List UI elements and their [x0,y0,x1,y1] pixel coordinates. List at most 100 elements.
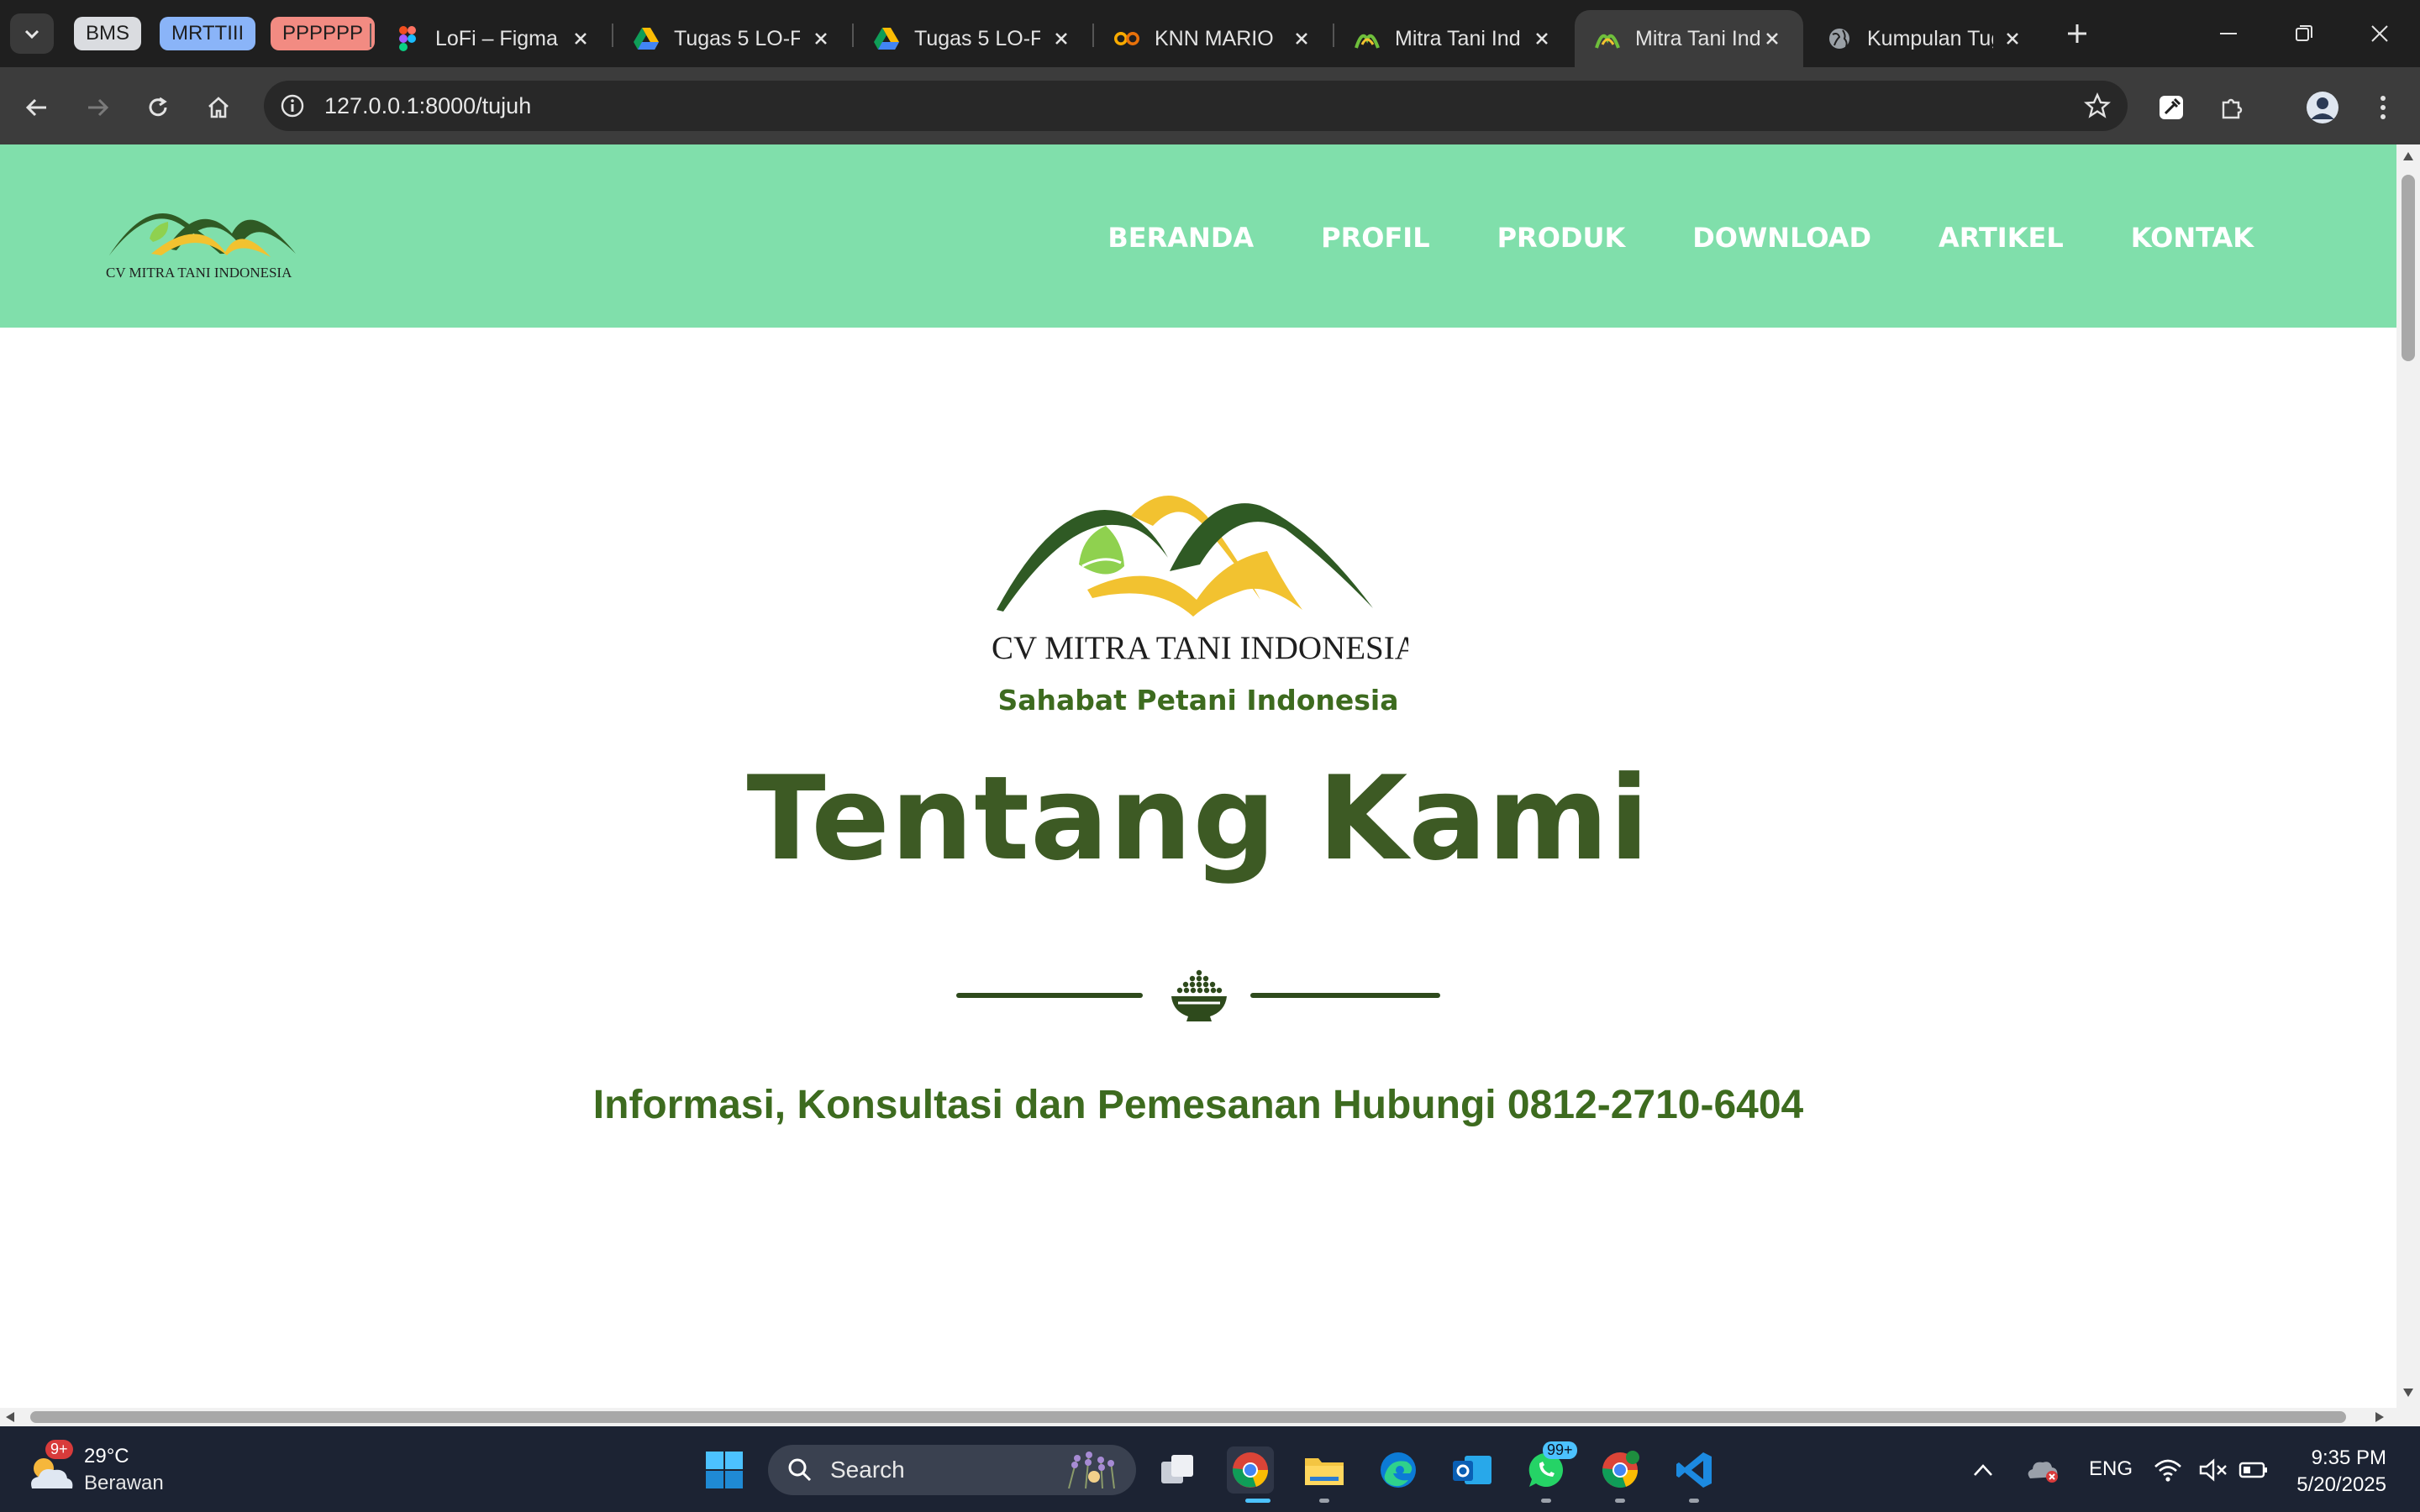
contact-info: Informasi, Konsultasi dan Pemesanan Hubu… [592,1083,1804,1127]
scroll-right-arrow-icon[interactable] [2375,1412,2385,1422]
language-indicator[interactable]: ENG [2089,1426,2133,1512]
close-icon[interactable] [2000,26,2025,51]
close-window-button[interactable] [2346,12,2413,55]
address-bar[interactable]: 127.0.0.1:8000/tujuh [264,81,2128,131]
arrow-left-icon [25,98,46,117]
taskbar-file-explorer[interactable] [1301,1446,1348,1494]
close-icon[interactable] [1289,26,1314,51]
tab-group-chip[interactable]: BMS [74,17,142,50]
tab-title: Tugas 5 LO-FI [914,26,1040,50]
nav-link-artikel[interactable]: ARTIKEL [1939,222,2064,254]
cloud-icon [2028,1462,2058,1483]
taskbar-search[interactable]: Search [768,1445,1136,1495]
taskbar-whatsapp[interactable]: 99+ [1523,1441,1577,1494]
reload-button[interactable] [138,87,178,128]
tab-separator [370,24,371,47]
close-icon[interactable] [808,26,834,51]
lavender-flowers-icon [1068,1452,1115,1489]
weather-notification-badge: 9+ [45,1440,73,1459]
hero-logo: CV MITRA TANI INDONESIA [992,496,1408,666]
tab-group-chip[interactable]: PPPPPP [271,17,376,50]
running-app-indicator [1615,1499,1625,1503]
profile-avatar[interactable] [2302,87,2343,128]
google-drive-icon [874,26,899,51]
taskbar-edge[interactable] [1375,1446,1422,1494]
windows-taskbar: 9+ 29°C Berawan Search 99+ ENG 9:35 PM 5… [0,1426,2420,1512]
site-logo[interactable]: CV MITRA TANI INDONESIA [106,190,301,282]
vertical-scrollbar[interactable] [2396,144,2420,1408]
running-app-indicator [1319,1499,1329,1503]
horizontal-scrollbar[interactable] [0,1408,2420,1426]
nav-link-produk[interactable]: PRODUK [1497,222,1626,254]
close-icon[interactable] [1049,26,1074,51]
volume-button[interactable] [2196,1446,2230,1494]
new-tab-button[interactable] [2060,17,2094,50]
weather-widget[interactable]: 9+ 29°C Berawan [25,1440,176,1500]
browser-tab[interactable]: Tugas 5 LO-FI [613,10,852,67]
browser-tab[interactable]: Kumpulan Tugas [1807,10,2044,67]
nav-link-download[interactable]: DOWNLOAD [1692,222,1871,254]
browser-tab[interactable]: Tugas 5 LO-FI [854,10,1092,67]
globe-icon [1827,26,1852,51]
system-clock[interactable]: 9:35 PM 5/20/2025 [2296,1445,2386,1499]
vertical-scrollbar-thumb[interactable] [2402,175,2415,361]
taskbar-chrome-active[interactable] [1227,1446,1274,1494]
site-info-icon[interactable] [277,91,308,121]
show-hidden-icons-button[interactable] [1968,1446,1998,1494]
forward-button[interactable] [77,87,118,128]
chrome-menu-button[interactable] [2363,87,2403,128]
browser-tab-active[interactable]: Mitra Tani Indonesia [1575,10,1803,67]
restore-button[interactable] [2270,12,2338,55]
task-view-button[interactable] [1155,1446,1202,1494]
home-button[interactable] [198,87,239,128]
search-icon [788,1458,812,1482]
mitra-tani-favicon [1355,26,1380,51]
start-button[interactable] [701,1446,748,1494]
nav-link-profil[interactable]: PROFIL [1321,222,1429,254]
taskbar-outlook[interactable] [1449,1446,1496,1494]
folder-icon [1305,1458,1344,1485]
tab-search-button[interactable] [10,13,54,54]
horizontal-scrollbar-thumb[interactable] [30,1411,2346,1423]
more-vertical-icon [2381,96,2386,119]
close-icon[interactable] [1760,26,1785,51]
nav-link-beranda[interactable]: BERANDA [1107,222,1254,254]
hero-logo-text: CV MITRA TANI INDONESIA [992,630,1408,666]
back-button[interactable] [17,87,57,128]
vscode-icon [1676,1452,1712,1488]
browser-tab[interactable]: KNN MARIO [1094,10,1333,67]
taskbar-chrome-profile[interactable] [1597,1446,1644,1494]
tagline: Sahabat Petani Indonesia [997,684,1399,717]
clock-time: 9:35 PM [2311,1446,2386,1469]
plus-icon [2068,24,2086,43]
bookmark-star-icon[interactable] [2082,91,2112,121]
tab-title: Kumpulan Tugas [1867,26,1993,50]
extensions-button[interactable] [2212,87,2252,128]
edge-icon [1381,1452,1416,1488]
onedrive-tray-button[interactable] [2023,1446,2060,1494]
browser-tab[interactable]: LoFi – Figma [375,10,612,67]
taskbar-vscode[interactable] [1670,1446,1718,1494]
mitra-tani-favicon [1595,26,1620,51]
task-view-icon [1161,1455,1193,1483]
eyedropper-icon [2160,96,2183,119]
divider-line-left [956,993,1143,998]
eyedropper-extension-button[interactable] [2151,87,2191,128]
scroll-left-arrow-icon[interactable] [5,1412,15,1422]
battery-icon [2238,1462,2267,1478]
close-icon[interactable] [568,26,593,51]
main-navigation: BERANDA PROFIL PRODUK DOWNLOAD ARTIKEL K… [1040,222,2254,254]
nav-link-kontak[interactable]: KONTAK [2131,222,2254,254]
minimize-icon [2220,33,2237,34]
page-viewport: CV MITRA TANI INDONESIA BERANDA PROFIL P… [0,144,2396,1408]
active-app-indicator [1245,1499,1270,1503]
arrow-right-icon [88,98,109,117]
minimize-button[interactable] [2195,12,2262,55]
scroll-up-arrow-icon[interactable] [2402,151,2414,161]
scroll-down-arrow-icon[interactable] [2402,1388,2414,1398]
tab-group-chip[interactable]: MRTTIII [160,17,256,50]
wifi-button[interactable] [2151,1446,2185,1494]
browser-tab[interactable]: Mitra Tani Indonesia [1334,10,1573,67]
battery-button[interactable] [2237,1446,2270,1494]
close-icon[interactable] [1529,26,1555,51]
